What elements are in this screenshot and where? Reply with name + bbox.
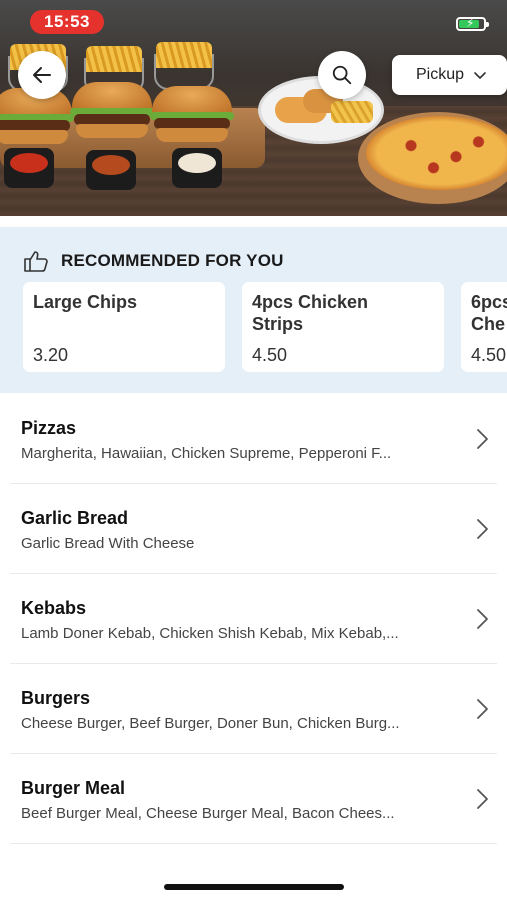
back-button[interactable]: [18, 51, 66, 99]
fries: [86, 46, 142, 72]
recommended-section: RECOMMENDED FOR YOU Large Chips 3.20 4pc…: [0, 227, 507, 393]
chevron-right-icon: [477, 789, 488, 809]
battery-icon: ⚡: [456, 16, 489, 31]
category-name: Kebabs: [21, 598, 87, 618]
category-row-kebabs[interactable]: Kebabs Lamb Doner Kebab, Chicken Shish K…: [10, 574, 497, 664]
sauce-dish: [86, 150, 136, 190]
category-description: Cheese Burger, Beef Burger, Doner Bun, C…: [21, 715, 400, 732]
search-icon: [332, 65, 352, 85]
chevron-down-icon: [474, 72, 486, 79]
battery-tip: [486, 22, 489, 27]
status-time: 15:53: [30, 10, 104, 34]
recommended-item-card[interactable]: 4pcs Chicken Strips 4.50: [242, 282, 444, 372]
category-name: Burgers: [21, 688, 91, 708]
burger: [70, 82, 154, 138]
recommended-item-card[interactable]: 6pcs Che 4.50: [461, 282, 507, 372]
home-indicator[interactable]: [164, 884, 344, 890]
chevron-right-icon: [477, 429, 488, 449]
arrow-left-icon: [33, 67, 51, 83]
charging-bolt-icon: ⚡: [466, 16, 475, 30]
order-mode-label: Pickup: [416, 66, 465, 83]
recommended-header: RECOMMENDED FOR YOU: [23, 249, 284, 273]
recommended-item-card[interactable]: Large Chips 3.20: [23, 282, 225, 372]
order-mode-dropdown[interactable]: Pickup: [392, 55, 507, 95]
recommended-item-name: Large Chips: [33, 292, 138, 312]
recommended-title: RECOMMENDED FOR YOU: [61, 251, 284, 270]
burger: [150, 86, 234, 142]
recommended-item-price: 4.50: [252, 345, 288, 365]
category-row-burger-meal[interactable]: Burger Meal Beef Burger Meal, Cheese Bur…: [10, 754, 497, 844]
search-button[interactable]: [318, 51, 366, 99]
recommended-item-price: 3.20: [33, 345, 69, 365]
category-row-garlic-bread[interactable]: Garlic Bread Garlic Bread With Cheese: [10, 484, 497, 574]
menu-category-list: Pizzas Margherita, Hawaiian, Chicken Sup…: [0, 394, 507, 844]
recommended-item-name: 6pcs Che: [471, 292, 507, 334]
category-description: Lamb Doner Kebab, Chicken Shish Kebab, M…: [21, 625, 399, 642]
chevron-right-icon: [477, 699, 488, 719]
category-row-burgers[interactable]: Burgers Cheese Burger, Beef Burger, Done…: [10, 664, 497, 754]
chevron-right-icon: [477, 519, 488, 539]
recommended-item-price: 4.50: [471, 345, 507, 365]
category-name: Burger Meal: [21, 778, 126, 798]
category-row-pizzas[interactable]: Pizzas Margherita, Hawaiian, Chicken Sup…: [10, 394, 497, 484]
thumbs-up-icon: [24, 251, 48, 272]
recommended-item-name: 4pcs Chicken Strips: [252, 292, 369, 334]
category-description: Garlic Bread With Cheese: [21, 535, 195, 552]
category-description: Margherita, Hawaiian, Chicken Supreme, P…: [21, 445, 392, 462]
sauce-dish: [172, 148, 222, 188]
fries: [156, 42, 212, 68]
hero-food-image: 15:53 ⚡ Pickup: [0, 0, 507, 216]
category-name: Pizzas: [21, 418, 77, 438]
category-description: Beef Burger Meal, Cheese Burger Meal, Ba…: [21, 805, 395, 822]
pizza: [366, 116, 507, 190]
chevron-right-icon: [477, 609, 488, 629]
sauce-dish: [4, 148, 54, 188]
category-name: Garlic Bread: [21, 508, 129, 528]
